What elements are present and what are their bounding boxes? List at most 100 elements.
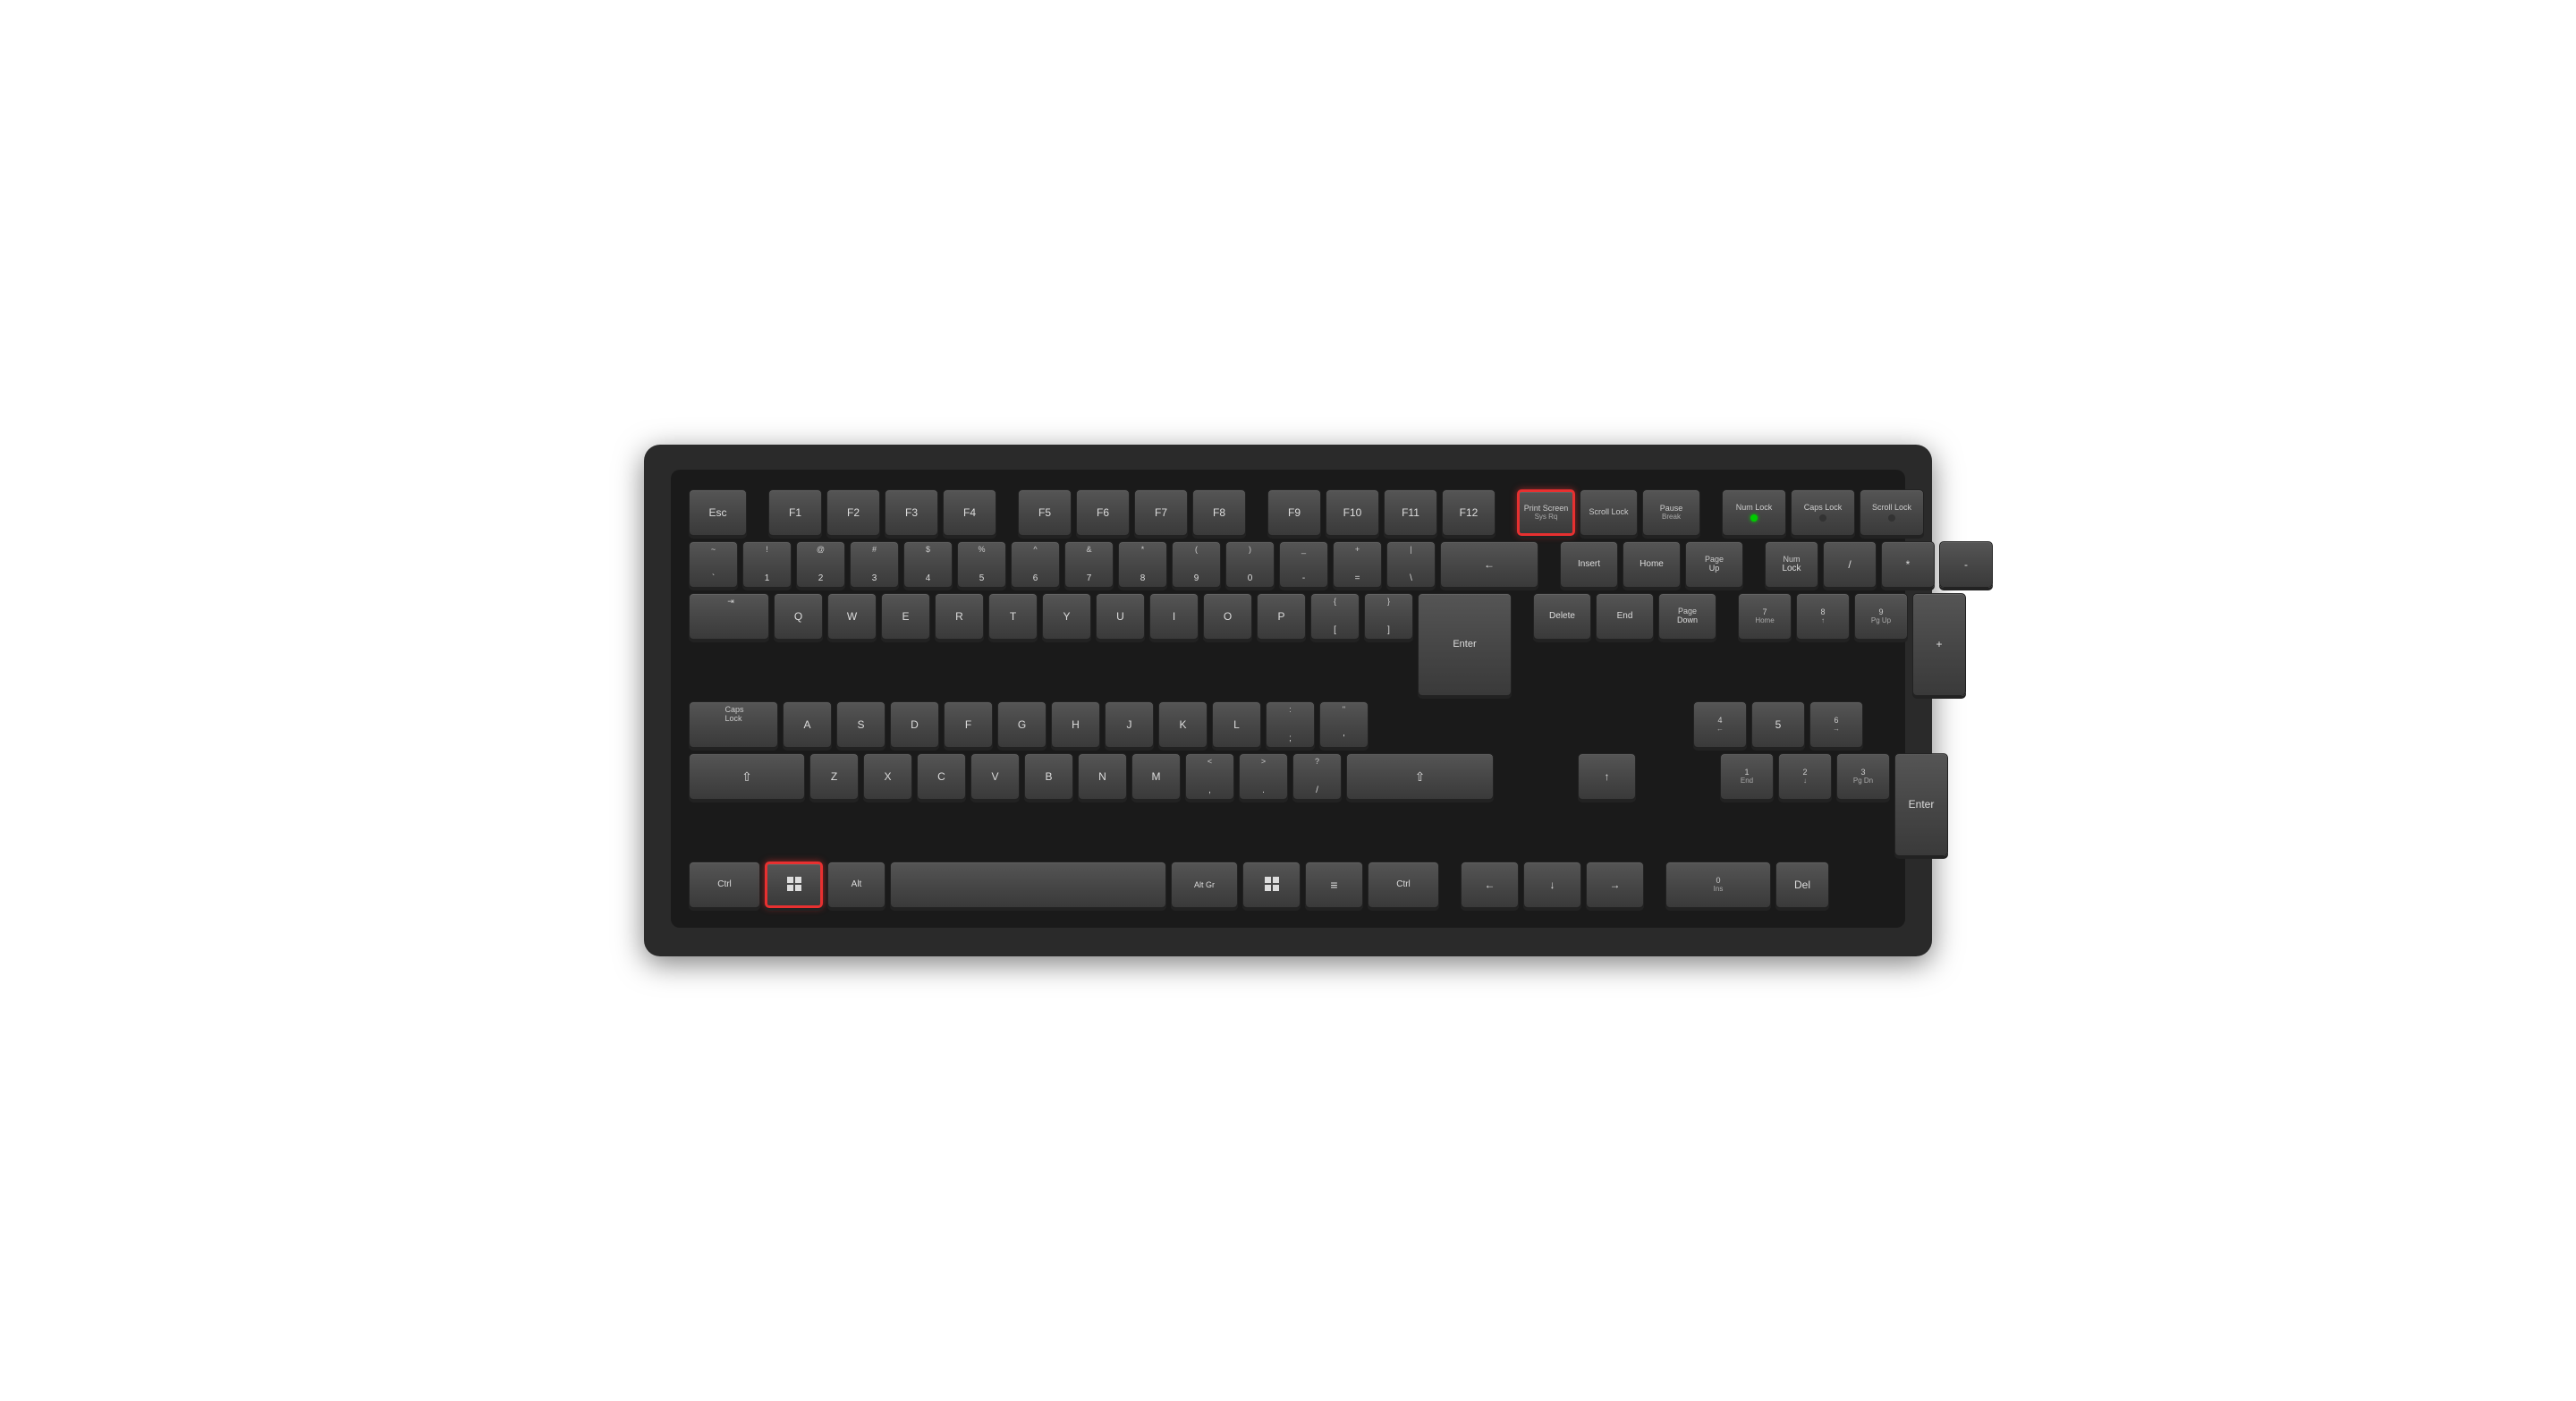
- key-num-star[interactable]: *: [1881, 541, 1935, 588]
- key-num-lock-indicator[interactable]: Num Lock: [1722, 489, 1786, 536]
- key-k[interactable]: K: [1158, 701, 1208, 748]
- key-lalt[interactable]: Alt: [827, 862, 886, 908]
- key-c[interactable]: C: [917, 753, 966, 800]
- key-b[interactable]: B: [1024, 753, 1073, 800]
- key-5[interactable]: % 5: [957, 541, 1006, 588]
- key-rbracket[interactable]: } ]: [1364, 593, 1413, 640]
- key-t[interactable]: T: [988, 593, 1038, 640]
- key-arr-down[interactable]: ↓: [1523, 862, 1581, 908]
- key-rctrl[interactable]: Ctrl: [1368, 862, 1439, 908]
- key-menu[interactable]: ≡: [1305, 862, 1363, 908]
- key-tilde[interactable]: ~ `: [689, 541, 738, 588]
- key-r[interactable]: R: [935, 593, 984, 640]
- key-j[interactable]: J: [1105, 701, 1154, 748]
- key-rwin[interactable]: [1242, 862, 1301, 908]
- key-tab[interactable]: ⇥: [689, 593, 769, 640]
- key-u[interactable]: U: [1096, 593, 1145, 640]
- key-numlock[interactable]: Num Lock: [1765, 541, 1818, 588]
- key-x[interactable]: X: [863, 753, 912, 800]
- key-a[interactable]: A: [783, 701, 832, 748]
- key-num-slash[interactable]: /: [1823, 541, 1877, 588]
- key-num9[interactable]: 9 Pg Up: [1854, 593, 1908, 640]
- key-q[interactable]: Q: [774, 593, 823, 640]
- key-d[interactable]: D: [890, 701, 939, 748]
- key-scroll-lock[interactable]: Scroll Lock: [1580, 489, 1638, 536]
- key-capslock[interactable]: CapsLock: [689, 701, 778, 748]
- key-4[interactable]: $ 4: [903, 541, 953, 588]
- key-0[interactable]: ) 0: [1225, 541, 1275, 588]
- key-lbracket[interactable]: { [: [1310, 593, 1360, 640]
- key-o[interactable]: O: [1203, 593, 1252, 640]
- key-g[interactable]: G: [997, 701, 1046, 748]
- key-pageup[interactable]: Page Up: [1685, 541, 1743, 588]
- key-space[interactable]: [890, 862, 1166, 908]
- key-f[interactable]: F: [944, 701, 993, 748]
- key-num-plus[interactable]: +: [1912, 593, 1966, 696]
- key-f1[interactable]: F1: [768, 489, 822, 536]
- key-num1[interactable]: 1 End: [1720, 753, 1774, 800]
- key-pagedown[interactable]: Page Down: [1658, 593, 1716, 640]
- key-num5[interactable]: 5: [1751, 701, 1805, 748]
- key-arr-up[interactable]: ↑: [1578, 753, 1636, 800]
- key-comma[interactable]: < ,: [1185, 753, 1234, 800]
- key-f7[interactable]: F7: [1134, 489, 1188, 536]
- key-p[interactable]: P: [1257, 593, 1306, 640]
- key-rshift[interactable]: ⇧: [1346, 753, 1494, 800]
- key-slash[interactable]: ? /: [1292, 753, 1342, 800]
- key-print-screen[interactable]: Print Screen Sys Rq: [1517, 489, 1575, 536]
- key-f2[interactable]: F2: [826, 489, 880, 536]
- key-esc[interactable]: Esc: [689, 489, 747, 536]
- key-1[interactable]: ! 1: [742, 541, 792, 588]
- key-backspace[interactable]: ←: [1440, 541, 1538, 588]
- key-arr-right[interactable]: →: [1586, 862, 1644, 908]
- key-3[interactable]: # 3: [850, 541, 899, 588]
- key-num2[interactable]: 2 ↓: [1778, 753, 1832, 800]
- key-scroll-lock-indicator[interactable]: Scroll Lock: [1860, 489, 1924, 536]
- key-e[interactable]: E: [881, 593, 930, 640]
- key-6[interactable]: ^ 6: [1011, 541, 1060, 588]
- key-ralt[interactable]: Alt Gr: [1171, 862, 1238, 908]
- key-7[interactable]: & 7: [1064, 541, 1114, 588]
- key-f11[interactable]: F11: [1384, 489, 1437, 536]
- key-f12[interactable]: F12: [1442, 489, 1496, 536]
- key-backslash[interactable]: | \: [1386, 541, 1436, 588]
- key-home[interactable]: Home: [1623, 541, 1681, 588]
- key-num0[interactable]: 0 Ins: [1665, 862, 1771, 908]
- key-equals[interactable]: + =: [1333, 541, 1382, 588]
- key-quote[interactable]: " ': [1319, 701, 1368, 748]
- key-enter[interactable]: Enter: [1418, 593, 1512, 696]
- key-num7[interactable]: 7 Home: [1738, 593, 1792, 640]
- key-f8[interactable]: F8: [1192, 489, 1246, 536]
- key-num-dot[interactable]: Del: [1775, 862, 1829, 908]
- key-delete[interactable]: Delete: [1533, 593, 1591, 640]
- key-end[interactable]: End: [1596, 593, 1654, 640]
- key-m[interactable]: M: [1131, 753, 1181, 800]
- key-f9[interactable]: F9: [1267, 489, 1321, 536]
- key-pause[interactable]: Pause Break: [1642, 489, 1700, 536]
- key-lctrl[interactable]: Ctrl: [689, 862, 760, 908]
- key-f10[interactable]: F10: [1326, 489, 1379, 536]
- key-f3[interactable]: F3: [885, 489, 938, 536]
- key-lwin[interactable]: [765, 862, 823, 908]
- key-num-enter[interactable]: Enter: [1894, 753, 1948, 856]
- key-y[interactable]: Y: [1042, 593, 1091, 640]
- key-i[interactable]: I: [1149, 593, 1199, 640]
- key-insert[interactable]: Insert: [1560, 541, 1618, 588]
- key-num4[interactable]: 4 ←: [1693, 701, 1747, 748]
- key-w[interactable]: W: [827, 593, 877, 640]
- key-f4[interactable]: F4: [943, 489, 996, 536]
- key-caps-lock-indicator[interactable]: Caps Lock: [1791, 489, 1855, 536]
- key-semicolon[interactable]: : ;: [1266, 701, 1315, 748]
- key-num3[interactable]: 3 Pg Dn: [1836, 753, 1890, 800]
- key-s[interactable]: S: [836, 701, 886, 748]
- key-num-minus[interactable]: -: [1939, 541, 1993, 588]
- key-f5[interactable]: F5: [1018, 489, 1072, 536]
- key-num6[interactable]: 6 →: [1809, 701, 1863, 748]
- key-8[interactable]: * 8: [1118, 541, 1167, 588]
- key-minus[interactable]: _ -: [1279, 541, 1328, 588]
- key-z[interactable]: Z: [809, 753, 859, 800]
- key-h[interactable]: H: [1051, 701, 1100, 748]
- key-period[interactable]: > .: [1239, 753, 1288, 800]
- key-arr-left[interactable]: ←: [1461, 862, 1519, 908]
- key-f6[interactable]: F6: [1076, 489, 1130, 536]
